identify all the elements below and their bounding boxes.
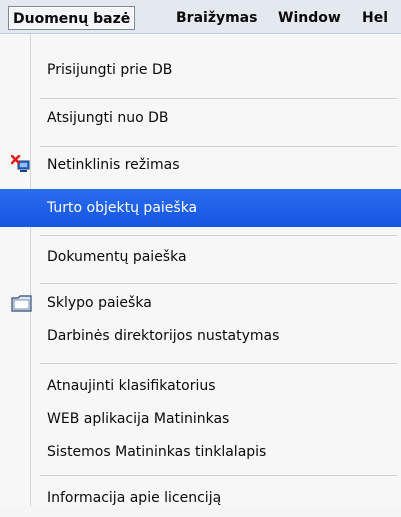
menu-separator: [40, 363, 397, 364]
menu-item-label: Sistemos Matininkas tinklalapis: [47, 444, 267, 460]
menu-bar: Duomenų bazė Braižymas Window Hel: [0, 0, 401, 34]
menu-item-label: Netinklinis režimas: [47, 157, 180, 173]
menu-item-atsijungti[interactable]: Atsijungti nuo DB: [0, 99, 401, 137]
menu-item-prisijungti[interactable]: Prisijungti prie DB: [0, 51, 401, 89]
menu-item-label: Dokumentų paieška: [47, 249, 187, 265]
menu-item-sistemos-tinklalapis[interactable]: Sistemos Matininkas tinklalapis: [0, 433, 401, 471]
menu-braizymas[interactable]: Braižymas: [176, 6, 257, 30]
menu-item-informacija-apie-licencija[interactable]: Informacija apie licenciją: [0, 479, 401, 517]
menu-item-turto-objektu-paieska[interactable]: Turto objektų paieška: [0, 189, 401, 227]
menu-help[interactable]: Hel: [362, 6, 388, 30]
menu-item-label: Prisijungti prie DB: [47, 62, 173, 78]
menu-item-netinklinis[interactable]: Netinklinis režimas: [0, 146, 401, 184]
menu-item-label: Turto objektų paieška: [47, 200, 198, 216]
dropdown-menu: Prisijungti prie DB Atsijungti nuo DB Ne…: [0, 34, 401, 506]
menu-separator: [40, 475, 397, 476]
menu-window[interactable]: Window: [278, 6, 341, 30]
menu-item-label: Atsijungti nuo DB: [47, 110, 169, 126]
menu-duomenu-baze[interactable]: Duomenų bazė: [8, 6, 136, 30]
menu-item-dokumentu-paieska[interactable]: Dokumentų paieška: [0, 238, 401, 276]
menu-separator: [40, 235, 397, 236]
menu-item-label: Darbinės direktorijos nustatymas: [47, 328, 280, 344]
offline-mode-icon: [10, 154, 33, 175]
menu-item-label: Informacija apie licenciją: [47, 490, 222, 506]
folder-icon: [11, 294, 33, 314]
menu-item-darbines-direktorijos[interactable]: Darbinės direktorijos nustatymas: [0, 317, 401, 355]
